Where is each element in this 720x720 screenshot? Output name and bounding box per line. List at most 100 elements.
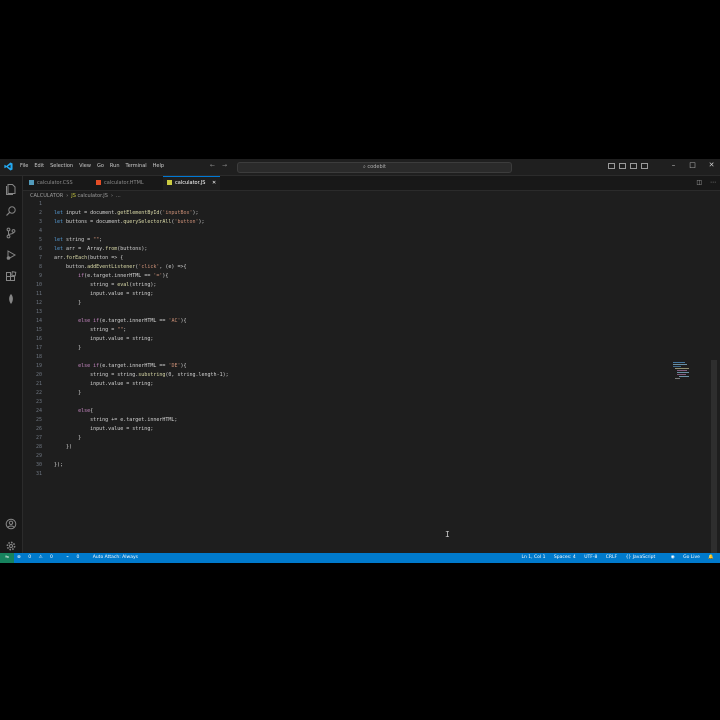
line-number: 18 [35, 354, 42, 360]
menu-go[interactable]: Go [97, 163, 104, 169]
code-text: string = ""; [54, 327, 127, 333]
code-text: } [54, 345, 82, 351]
code-text: } [54, 390, 82, 396]
editor-actions: ◫ ⋯ [688, 179, 716, 186]
line-number: 27 [35, 435, 42, 441]
more-actions-icon[interactable]: ⋯ [710, 179, 716, 186]
js-file-icon [167, 180, 172, 185]
go-live-label: Go Live [683, 555, 700, 560]
minimize-icon[interactable]: – [664, 161, 683, 169]
line-number: 28 [35, 444, 42, 450]
line-number: 4 [38, 228, 42, 234]
minimap[interactable] [673, 362, 691, 380]
layout-controls [608, 163, 648, 169]
run-debug-icon[interactable] [5, 246, 17, 260]
code-text: let string = ""; [54, 237, 103, 243]
line-number: 2 [38, 210, 42, 216]
code-text: input.value = string; [54, 291, 154, 297]
vscode-window: File Edit Selection View Go Run Terminal… [0, 159, 720, 563]
cursor-position[interactable]: Ln 1, Col 1 [521, 555, 545, 560]
code-text: string += e.target.innerHTML; [54, 417, 178, 423]
code-text: } [54, 300, 82, 306]
status-right: Ln 1, Col 1 Spaces: 4 UTF-8 CRLF {} Java… [514, 553, 714, 563]
line-number: 24 [35, 408, 42, 414]
remote-indicator-icon[interactable]: ⇋ [0, 553, 14, 563]
activity-bar [0, 176, 23, 553]
menu-terminal[interactable]: Terminal [126, 163, 147, 169]
remote-explorer-icon[interactable] [5, 290, 17, 304]
auto-attach-status[interactable]: Auto Attach: Always [93, 555, 138, 560]
html-file-icon [96, 180, 101, 185]
code-text: else if(e.target.innerHTML == 'DE'){ [78, 363, 187, 369]
code-text: input.value = string; [54, 336, 154, 342]
language-mode[interactable]: {} JavaScript [626, 555, 656, 560]
menu-file[interactable]: File [20, 163, 28, 169]
menu-view[interactable]: View [79, 163, 91, 169]
line-number: 12 [35, 300, 42, 306]
maximize-icon[interactable]: □ [683, 161, 702, 169]
editor-tab-bar: calculator.CSS calculator.HTML calculato… [23, 176, 720, 191]
ports-status[interactable]: ⌁ 0 [66, 555, 85, 560]
ports-icon: ⌁ [66, 555, 71, 560]
toggle-sidebar-icon[interactable] [608, 163, 615, 169]
customize-layout-icon[interactable] [641, 163, 648, 169]
explorer-icon[interactable] [5, 180, 17, 195]
back-arrow-icon[interactable]: ← [210, 162, 215, 169]
line-number: 23 [35, 399, 42, 405]
problems-errors: 0 [28, 555, 32, 560]
encoding[interactable]: UTF-8 [584, 555, 597, 560]
vertical-scrollbar[interactable] [711, 360, 717, 560]
breadcrumb-file[interactable]: calculator.JS [78, 193, 108, 199]
tab-label: calculator.CSS [37, 180, 73, 186]
toggle-panel-icon[interactable] [619, 163, 626, 169]
tab-label: calculator.HTML [104, 180, 144, 186]
end-of-line[interactable]: CRLF [606, 555, 617, 560]
tab-calculator-html[interactable]: calculator.HTML [96, 176, 144, 190]
problems-status[interactable]: ⊗ 0 ⚠ 0 [17, 555, 59, 560]
tab-calculator-js[interactable]: calculator.JS ✕ [163, 176, 221, 190]
source-control-icon[interactable] [5, 224, 17, 239]
css-file-icon [29, 180, 34, 185]
tab-calculator-css[interactable]: calculator.CSS [29, 176, 73, 190]
line-number: 25 [35, 417, 42, 423]
line-number: 13 [35, 309, 42, 315]
menu-help[interactable]: Help [153, 163, 164, 169]
line-number: 15 [35, 327, 42, 333]
menu-run[interactable]: Run [110, 163, 120, 169]
line-number: 10 [35, 282, 42, 288]
close-tab-icon[interactable]: ✕ [212, 180, 216, 186]
forward-arrow-icon[interactable]: → [222, 162, 227, 169]
code-text: string = string.substring(0, string.leng… [54, 372, 229, 378]
code-text: else{ [78, 408, 94, 414]
breadcrumb-symbol[interactable]: ... [116, 193, 121, 199]
manage-gear-icon[interactable] [5, 537, 17, 551]
line-number: 6 [38, 246, 42, 252]
menu-edit[interactable]: Edit [34, 163, 44, 169]
menu-selection[interactable]: Selection [50, 163, 73, 169]
code-text: let input = document.getElementById('inp… [54, 210, 199, 216]
ports-count: 0 [76, 555, 80, 560]
code-text: else if(e.target.innerHTML == 'AC'){ [78, 318, 187, 324]
code-text: let arr = Array.from(buttons); [54, 246, 148, 252]
go-live-button[interactable]: ◉ Go Live [664, 555, 700, 560]
accounts-icon[interactable] [5, 515, 17, 530]
code-text: let buttons = document.querySelectorAll(… [54, 219, 205, 225]
toggle-secondary-sidebar-icon[interactable] [630, 163, 637, 169]
problems-warnings: 0 [49, 555, 53, 560]
search-icon[interactable] [5, 202, 17, 216]
notifications-bell-icon[interactable]: 🔔 [708, 555, 714, 560]
code-editor[interactable]: 1 2 let input = document.getElementById('i… [23, 201, 713, 553]
code-text: } [54, 435, 82, 441]
extensions-icon[interactable] [5, 268, 17, 281]
close-icon[interactable]: ✕ [702, 161, 720, 169]
line-number: 26 [35, 426, 42, 432]
code-text: }) [54, 444, 73, 450]
code-text: button.addEventListener('click', (e) =>{ [54, 264, 187, 270]
line-number: 21 [35, 381, 42, 387]
line-number: 1 [38, 201, 42, 207]
split-editor-icon[interactable]: ◫ [696, 179, 702, 186]
breadcrumb-folder[interactable]: CALCULATOR [30, 193, 63, 199]
indentation[interactable]: Spaces: 4 [554, 555, 576, 560]
command-center-search[interactable]: ⌕ codebit [237, 162, 512, 173]
line-number: 31 [35, 471, 42, 477]
